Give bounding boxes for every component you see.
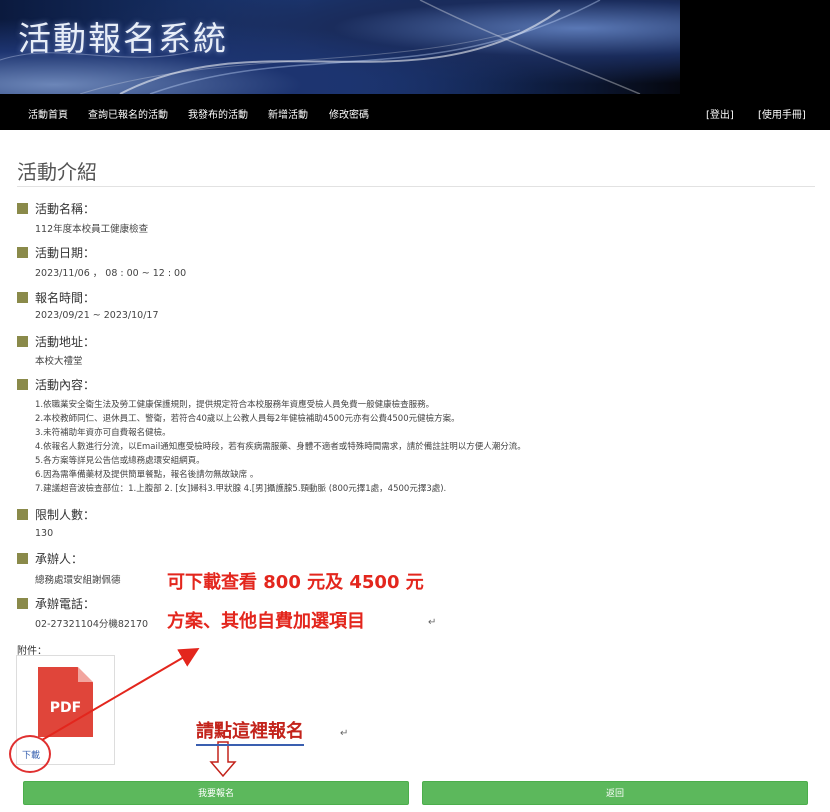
back-button[interactable]: 返回	[422, 781, 808, 805]
return-mark: ↵	[340, 728, 349, 739]
register-button[interactable]: 我要報名	[23, 781, 409, 805]
return-mark: ↵	[428, 617, 437, 628]
annotation-overlay	[41, 647, 237, 778]
annotation-arrow	[41, 647, 200, 741]
annotation-click-here: 請點這裡報名	[196, 717, 304, 746]
down-arrow-icon	[209, 741, 237, 778]
annotation-download-note-line1: 可下載查看 800 元及 4500 元	[167, 572, 424, 593]
annotation-download-note-line2: 方案、其他自費加選項目	[167, 611, 365, 632]
